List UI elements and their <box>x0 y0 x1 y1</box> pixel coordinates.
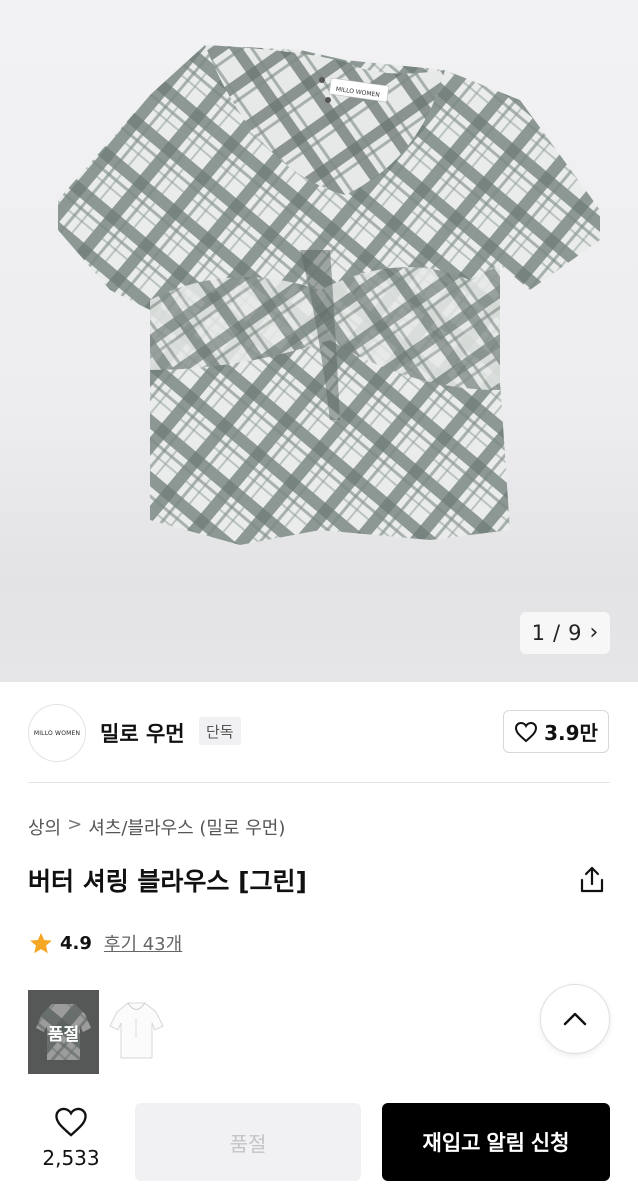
product-image-gallery[interactable]: MILLO WOMEN 1 / 9 › <box>0 0 638 682</box>
variant-thumbnail-white[interactable] <box>101 990 172 1074</box>
image-counter-current: 1 <box>531 621 546 645</box>
variant-image-white <box>109 1002 164 1059</box>
heart-outline-icon <box>55 1107 87 1137</box>
share-button[interactable] <box>578 865 606 895</box>
brand-logo[interactable]: MILLO WOMEN <box>28 704 86 762</box>
sold-out-overlay: 품절 <box>28 990 99 1074</box>
heart-outline-icon <box>515 721 538 742</box>
divider <box>28 782 610 783</box>
exclusive-badge: 단독 <box>199 717 241 745</box>
chevron-right-icon: › <box>589 620 599 645</box>
image-counter-separator: / <box>553 621 561 645</box>
breadcrumb-category[interactable]: 상의 <box>28 814 61 840</box>
wishlist-count: 2,533 <box>42 1146 100 1170</box>
rating-row: 4.9 후기 43개 <box>28 930 182 956</box>
restock-alert-button[interactable]: 재입고 알림 신청 <box>382 1103 610 1181</box>
chevron-up-icon <box>563 1012 587 1026</box>
star-icon <box>30 932 52 953</box>
image-counter-total: 9 <box>568 621 582 645</box>
brand-name[interactable]: 밀로 우먼 <box>100 718 185 748</box>
variant-thumbnail-green[interactable]: 품절 <box>28 990 99 1074</box>
bottom-action-bar: 2,533 품절 재입고 알림 신청 <box>0 1090 638 1200</box>
brand-row: MILLO WOMEN 밀로 우먼 단독 3.9만 <box>0 700 638 784</box>
brand-like-count: 3.9만 <box>544 721 598 745</box>
scroll-top-button[interactable] <box>540 984 610 1054</box>
breadcrumb-separator: > <box>67 814 83 835</box>
brand-logo-text: MILLO WOMEN <box>33 729 81 737</box>
brand-like-button[interactable]: 3.9만 <box>503 710 609 753</box>
share-icon <box>580 866 604 893</box>
breadcrumb-subcategory[interactable]: 셔츠/블라우스 (밀로 우먼) <box>88 814 285 840</box>
wishlist-button[interactable]: 2,533 <box>34 1106 108 1170</box>
product-image: MILLO WOMEN <box>58 45 600 545</box>
rating-score: 4.9 <box>60 932 92 954</box>
product-title: 버터 셔링 블라우스 [그린] <box>28 867 307 896</box>
breadcrumb: 상의 > 셔츠/블라우스 (밀로 우먼) <box>28 814 285 840</box>
reviews-link[interactable]: 후기 43개 <box>104 930 182 956</box>
sold-out-button: 품절 <box>135 1103 361 1181</box>
image-counter[interactable]: 1 / 9 › <box>520 612 610 654</box>
